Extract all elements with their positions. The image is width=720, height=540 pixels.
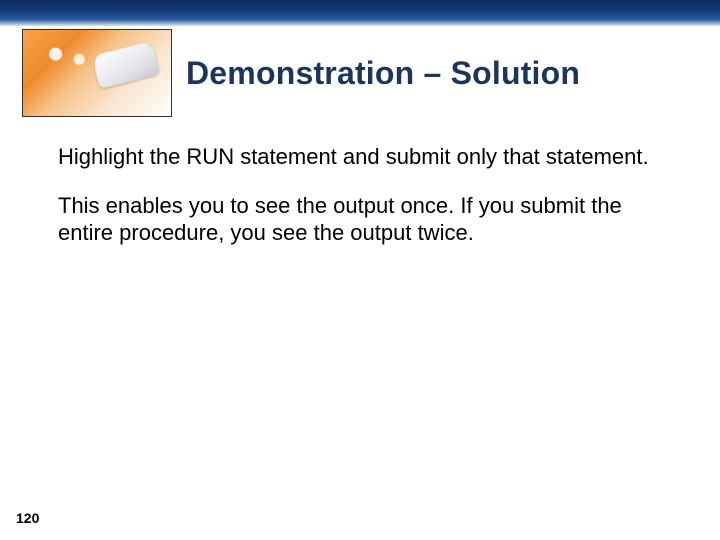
header-bar <box>0 0 720 26</box>
page-number: 120 <box>16 510 39 526</box>
body-paragraph: Highlight the RUN statement and submit o… <box>58 144 680 171</box>
slide-body: Highlight the RUN statement and submit o… <box>58 144 680 268</box>
title-row: Demonstration – Solution <box>22 30 700 116</box>
body-paragraph: This enables you to see the output once.… <box>58 193 680 247</box>
mouse-thumbnail-image <box>22 29 172 117</box>
slide-title: Demonstration – Solution <box>186 55 580 92</box>
